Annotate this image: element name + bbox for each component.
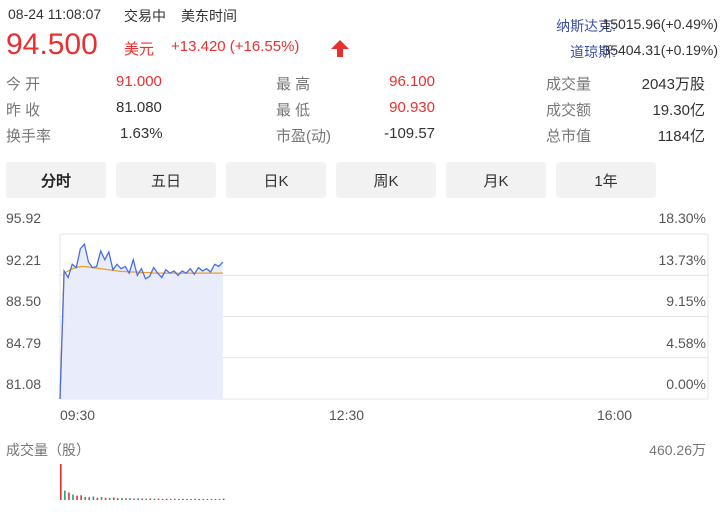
volume-bar [173, 498, 176, 500]
volume-bar [116, 498, 119, 500]
volume-bar [194, 498, 196, 500]
volume-bar [145, 498, 148, 500]
volume-bar [76, 495, 78, 500]
volume-bar [190, 499, 192, 500]
volume-bar [104, 497, 107, 500]
volume-bar [206, 499, 209, 500]
volume-bar [141, 498, 144, 500]
volume-bar [137, 498, 139, 500]
volume-bar [153, 498, 156, 500]
volume-bar [88, 497, 91, 500]
volume-bar [210, 498, 213, 500]
volume-bar [129, 498, 131, 500]
volume-bar [202, 498, 205, 500]
volume-bar [84, 496, 87, 500]
volume-bar [121, 497, 123, 500]
volume-bar [169, 498, 172, 500]
volume-bar [182, 498, 184, 500]
volume-bar [214, 498, 217, 500]
volume-bar [165, 498, 168, 500]
volume-bar [108, 498, 111, 500]
intraday-chart[interactable] [0, 0, 728, 512]
volume-bar [64, 490, 66, 500]
volume-bar [112, 497, 115, 500]
volume-bar [80, 495, 82, 500]
volume-bar [92, 496, 95, 500]
volume-bar [149, 498, 152, 500]
volume-bar [68, 492, 70, 500]
x-time-tick: 16:00 [597, 407, 633, 423]
volume-bar [100, 497, 103, 500]
x-time-tick: 12:30 [329, 407, 365, 423]
volume-bar [133, 498, 135, 500]
volume-bar [96, 497, 99, 500]
volume-bar [218, 498, 221, 500]
volume-bar [60, 464, 62, 500]
volume-bar [186, 498, 188, 500]
volume-chart-label: 成交量（股） [6, 442, 90, 458]
x-time-tick: 09:30 [60, 407, 96, 423]
volume-bar [222, 498, 225, 500]
volume-max-label: 460.26万 [649, 442, 706, 458]
volume-bar [72, 494, 74, 500]
volume-bar [161, 498, 164, 500]
volume-bar [178, 498, 180, 500]
volume-bar [198, 498, 201, 500]
volume-bar [157, 498, 160, 500]
volume-bar [125, 498, 127, 500]
